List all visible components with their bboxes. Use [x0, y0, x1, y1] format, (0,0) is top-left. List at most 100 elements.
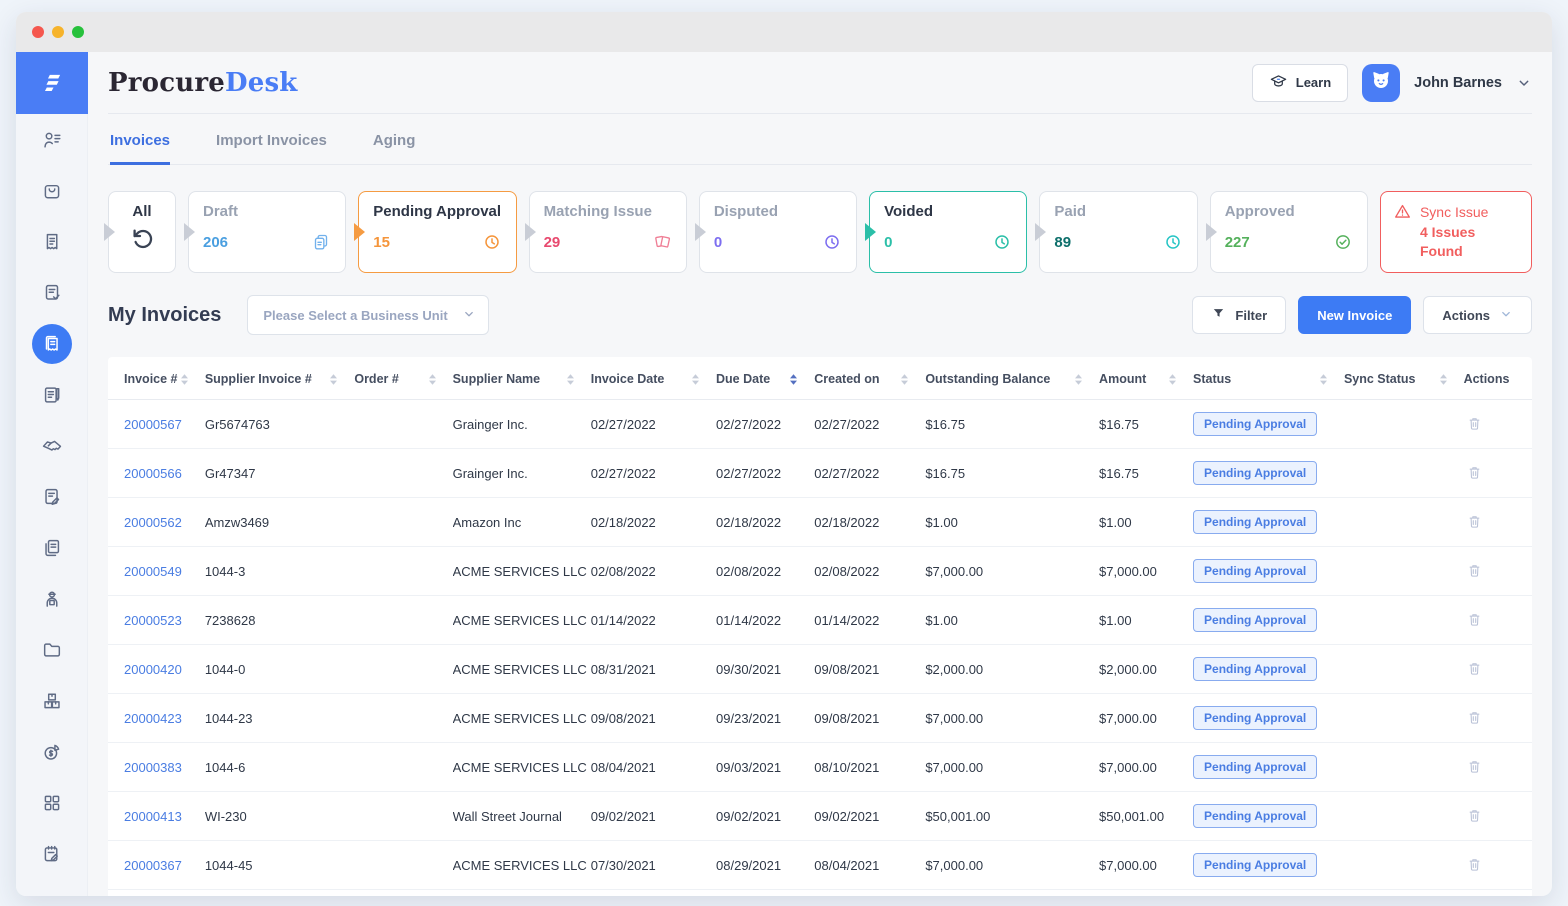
- business-unit-select[interactable]: Please Select a Business Unit: [247, 295, 488, 335]
- sidebar-item-document-edit[interactable]: [32, 477, 72, 517]
- sort-icon[interactable]: [1439, 373, 1448, 386]
- sidebar-item-notepad-pen[interactable]: [32, 375, 72, 415]
- delete-invoice-button[interactable]: [1464, 805, 1485, 826]
- status-card-voided[interactable]: Voided0: [869, 191, 1027, 273]
- status-card-approved[interactable]: Approved227: [1210, 191, 1368, 273]
- sort-icon[interactable]: [428, 373, 437, 386]
- users-icon: [41, 129, 63, 151]
- column-header-actions: Actions: [1464, 357, 1532, 400]
- invoice-number-link[interactable]: 20000383: [124, 760, 182, 775]
- invoice-number-link[interactable]: 20000523: [124, 613, 182, 628]
- status-card-pending-approval[interactable]: Pending Approval15: [358, 191, 516, 273]
- status-card-all[interactable]: All: [108, 191, 176, 273]
- sidebar-logo[interactable]: [16, 52, 88, 114]
- user-menu-chevron-icon[interactable]: [1516, 75, 1532, 91]
- created-on-cell: 09/08/2021: [814, 694, 925, 743]
- close-window-button[interactable]: [32, 26, 44, 38]
- tab-import-invoices[interactable]: Import Invoices: [216, 132, 327, 165]
- sidebar-item-folder[interactable]: [32, 630, 72, 670]
- sidebar-item-document-check[interactable]: [32, 273, 72, 313]
- user-avatar[interactable]: [1362, 64, 1400, 102]
- sort-icon[interactable]: [1168, 373, 1177, 386]
- status-card-draft[interactable]: Draft206: [188, 191, 346, 273]
- sort-icon[interactable]: [900, 373, 909, 386]
- status-card-count: 15: [373, 234, 390, 251]
- trash-icon: [1466, 709, 1483, 726]
- column-header-invoice[interactable]: Invoice #: [108, 357, 205, 400]
- delete-invoice-button[interactable]: [1464, 756, 1485, 777]
- column-header-order[interactable]: Order #: [354, 357, 452, 400]
- amount-cell: $50,001.00: [1099, 792, 1193, 841]
- column-header-supplier-name[interactable]: Supplier Name: [453, 357, 591, 400]
- sort-icon[interactable]: [1319, 373, 1328, 386]
- invoice-number-link[interactable]: 20000413: [124, 809, 182, 824]
- order-number-cell: [354, 449, 452, 498]
- brand-logo-secondary: Desk: [225, 68, 298, 98]
- delete-invoice-button[interactable]: [1464, 707, 1485, 728]
- sidebar-item-handshake[interactable]: [32, 426, 72, 466]
- column-header-invoice-date[interactable]: Invoice Date: [591, 357, 716, 400]
- learn-button[interactable]: Learn: [1252, 64, 1348, 102]
- column-header-status[interactable]: Status: [1193, 357, 1344, 400]
- actions-button[interactable]: Actions: [1423, 296, 1532, 334]
- status-badge: Pending Approval: [1193, 706, 1317, 730]
- sidebar-item-shopping-bag[interactable]: [32, 171, 72, 211]
- sort-icon[interactable]: [1074, 373, 1083, 386]
- tab-aging[interactable]: Aging: [373, 132, 416, 165]
- sidebar-item-receipt[interactable]: [32, 222, 72, 262]
- sidebar-item-apps-grid[interactable]: [32, 783, 72, 823]
- column-header-created-on[interactable]: Created on: [814, 357, 925, 400]
- invoice-number-link[interactable]: 20000423: [124, 711, 182, 726]
- status-card-disputed[interactable]: Disputed0: [699, 191, 857, 273]
- status-card-sync-issue[interactable]: Sync Issue4 IssuesFound: [1380, 191, 1532, 273]
- sidebar-item-users[interactable]: [32, 120, 72, 160]
- due-date-cell: 09/02/2021: [716, 792, 814, 841]
- invoice-number-link[interactable]: 20000562: [124, 515, 182, 530]
- new-invoice-button[interactable]: New Invoice: [1298, 296, 1411, 334]
- user-name[interactable]: John Barnes: [1414, 75, 1502, 91]
- tab-invoices[interactable]: Invoices: [110, 132, 170, 165]
- column-header-amount[interactable]: Amount: [1099, 357, 1193, 400]
- sidebar-item-inventory-boxes[interactable]: [32, 681, 72, 721]
- delete-invoice-button[interactable]: [1464, 658, 1485, 679]
- delete-invoice-button[interactable]: [1464, 511, 1485, 532]
- status-card-paid[interactable]: Paid89: [1039, 191, 1197, 273]
- status-card-matching-issue[interactable]: Matching Issue29: [529, 191, 687, 273]
- invoice-number-link[interactable]: 20000549: [124, 564, 182, 579]
- sidebar-item-copy-documents[interactable]: [32, 528, 72, 568]
- column-header-label: Order #: [354, 372, 398, 386]
- column-header-supplier-invoice[interactable]: Supplier Invoice #: [205, 357, 355, 400]
- sort-icon[interactable]: [691, 373, 700, 386]
- sort-icon[interactable]: [180, 373, 189, 386]
- sidebar-item-notepad-edit[interactable]: [32, 834, 72, 874]
- delete-invoice-button[interactable]: [1464, 609, 1485, 630]
- column-header-label: Outstanding Balance: [925, 372, 1050, 386]
- sidebar-item-delivery-person[interactable]: [32, 579, 72, 619]
- delete-invoice-button[interactable]: [1464, 462, 1485, 483]
- sort-icon[interactable]: [329, 373, 338, 386]
- column-header-sync-status[interactable]: Sync Status: [1344, 357, 1464, 400]
- sidebar-item-budget[interactable]: [32, 732, 72, 772]
- sort-icon[interactable]: [789, 373, 798, 386]
- filter-button[interactable]: Filter: [1192, 296, 1286, 334]
- sort-icon[interactable]: [566, 373, 575, 386]
- invoice-number-link[interactable]: 20000367: [124, 858, 182, 873]
- invoice-number-link[interactable]: 20000566: [124, 466, 182, 481]
- delete-invoice-button[interactable]: [1464, 854, 1485, 875]
- minimize-window-button[interactable]: [52, 26, 64, 38]
- learn-button-label: Learn: [1296, 75, 1331, 90]
- supplier-name-cell: Wall Street Journal: [453, 792, 591, 841]
- column-header-due-date[interactable]: Due Date: [716, 357, 814, 400]
- delete-invoice-button[interactable]: [1464, 413, 1485, 434]
- invoice-number-link[interactable]: 20000420: [124, 662, 182, 677]
- created-on-cell: 02/18/2022: [814, 498, 925, 547]
- column-header-outstanding-balance[interactable]: Outstanding Balance: [925, 357, 1099, 400]
- invoices-icon: [41, 333, 63, 355]
- created-on-cell: 09/08/2021: [814, 645, 925, 694]
- delete-invoice-button[interactable]: [1464, 560, 1485, 581]
- sidebar-nav: [32, 114, 72, 874]
- maximize-window-button[interactable]: [72, 26, 84, 38]
- sidebar-item-invoices[interactable]: [32, 324, 72, 364]
- invoice-number-link[interactable]: 20000567: [124, 417, 182, 432]
- amount-cell: $7,000.00: [1099, 547, 1193, 596]
